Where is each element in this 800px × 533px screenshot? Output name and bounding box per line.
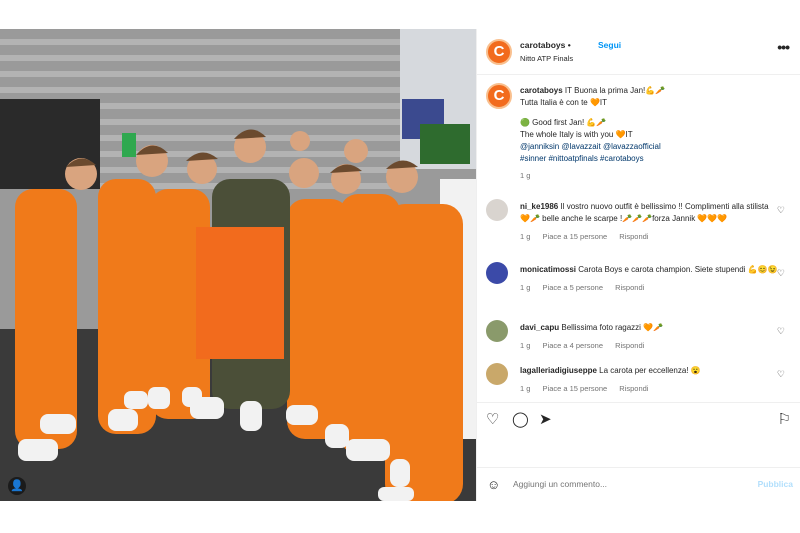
comment-likes[interactable]: Piace a 5 persone xyxy=(543,283,603,292)
comment-username[interactable]: davi_capu xyxy=(520,323,559,332)
comment-likes[interactable]: Piace a 15 persone xyxy=(543,232,608,241)
post-header: C carotaboys • Segui Nitto ATP Finals ••… xyxy=(477,29,800,75)
comment-reply[interactable]: Rispondi xyxy=(615,341,644,350)
comment-text: Il vostro nuovo outfit è bellissimo !! C… xyxy=(520,202,769,223)
comment-body: lagalleriadigiuseppe La carota per eccel… xyxy=(520,365,780,395)
comment-time: 1 g xyxy=(520,384,531,393)
comment-body: ni_ke1986 Il vostro nuovo outfit è belli… xyxy=(520,201,780,243)
comment-reply[interactable]: Rispondi xyxy=(619,384,648,393)
caption-line1: IT Buona la prima Jan!💪🥕 xyxy=(564,86,666,95)
caption-avatar[interactable]: C xyxy=(486,83,512,109)
commenter-avatar[interactable] xyxy=(486,363,508,385)
comment-likes[interactable]: Piace a 4 persone xyxy=(543,341,603,350)
comment-bubble-icon[interactable]: ◯ xyxy=(512,410,529,428)
photo-illustration xyxy=(0,29,476,501)
comment-body: monicatimossi Carota Boys e carota champ… xyxy=(520,264,780,294)
post-side-panel: C carotaboys • Segui Nitto ATP Finals ••… xyxy=(476,29,800,501)
comment-body: davi_capu Bellissima foto ragazzi 🧡🥕 1 g… xyxy=(520,322,780,352)
like-heart-icon[interactable]: ♡ xyxy=(486,410,499,428)
caption-line3: 🟢 Good first Jan! 💪🥕 xyxy=(520,118,607,127)
post-actions-bar: ♡ ◯ ➤ ⚐ xyxy=(477,402,800,437)
like-heart-icon[interactable]: ♡ xyxy=(777,268,785,279)
caption-text: carotaboys IT Buona la prima Jan!💪🥕 Tutt… xyxy=(520,85,780,182)
comment-username[interactable]: lagalleriadigiuseppe xyxy=(520,366,597,375)
comment-text: Bellissima foto ragazzi 🧡🥕 xyxy=(561,323,664,332)
user-tag-icon[interactable]: 👤 xyxy=(8,477,26,495)
share-send-icon[interactable]: ➤ xyxy=(539,410,552,428)
comment-time: 1 g xyxy=(520,341,531,350)
like-heart-icon[interactable]: ♡ xyxy=(777,369,785,380)
commenter-avatar[interactable] xyxy=(486,320,508,342)
comment-reply[interactable]: Rispondi xyxy=(615,283,644,292)
caption-line4: The whole Italy is with you 🧡IT xyxy=(520,130,633,139)
commenter-avatar[interactable] xyxy=(486,262,508,284)
separator-dot: • xyxy=(567,40,571,50)
account-username-text[interactable]: carotaboys xyxy=(520,40,565,50)
comment-text: Carota Boys e carota champion. Siete stu… xyxy=(578,265,778,274)
publish-button[interactable]: Pubblica xyxy=(758,479,793,489)
comment-meta: 1 g Piace a 4 persone Rispondi xyxy=(520,340,780,352)
comment-time: 1 g xyxy=(520,283,531,292)
comment-username[interactable]: monicatimossi xyxy=(520,265,576,274)
caption-time: 1 g xyxy=(520,171,531,180)
bookmark-icon[interactable]: ⚐ xyxy=(778,410,791,428)
comment-time: 1 g xyxy=(520,232,531,241)
account-username[interactable]: carotaboys • xyxy=(520,40,571,50)
like-heart-icon[interactable]: ♡ xyxy=(777,205,785,216)
comment-meta: 1 g Piace a 5 persone Rispondi xyxy=(520,282,780,294)
caption-line2: Tutta Italia è con te 🧡IT xyxy=(520,98,608,107)
add-comment-bar: ☺ Pubblica xyxy=(477,467,800,502)
comment-likes[interactable]: Piace a 15 persone xyxy=(543,384,608,393)
post-photo[interactable]: 👤 xyxy=(0,29,476,501)
comment-username[interactable]: ni_ke1986 xyxy=(520,202,558,211)
comment-meta: 1 g Piace a 15 persone Rispondi xyxy=(520,231,780,243)
caption-username[interactable]: carotaboys xyxy=(520,86,563,95)
commenter-avatar[interactable] xyxy=(486,199,508,221)
account-avatar[interactable]: C xyxy=(486,39,512,65)
like-heart-icon[interactable]: ♡ xyxy=(777,326,785,337)
location-link[interactable]: Nitto ATP Finals xyxy=(520,54,573,63)
comment-input[interactable] xyxy=(513,479,733,489)
more-dots-icon[interactable]: ••• xyxy=(777,39,790,55)
caption-hashtags[interactable]: #sinner #nittoatpfinals #carotaboys xyxy=(520,153,780,165)
comment-reply[interactable]: Rispondi xyxy=(619,232,648,241)
follow-button[interactable]: Segui xyxy=(598,40,621,50)
comments-section: C carotaboys IT Buona la prima Jan!💪🥕 Tu… xyxy=(477,75,800,405)
comment-text: La carota per eccellenza! 😮 xyxy=(599,366,701,375)
emoji-icon[interactable]: ☺ xyxy=(487,477,500,492)
caption-mentions[interactable]: @janniksin @lavazzait @lavazzaofficial xyxy=(520,141,780,153)
comment-meta: 1 g Piace a 15 persone Rispondi xyxy=(520,383,780,395)
